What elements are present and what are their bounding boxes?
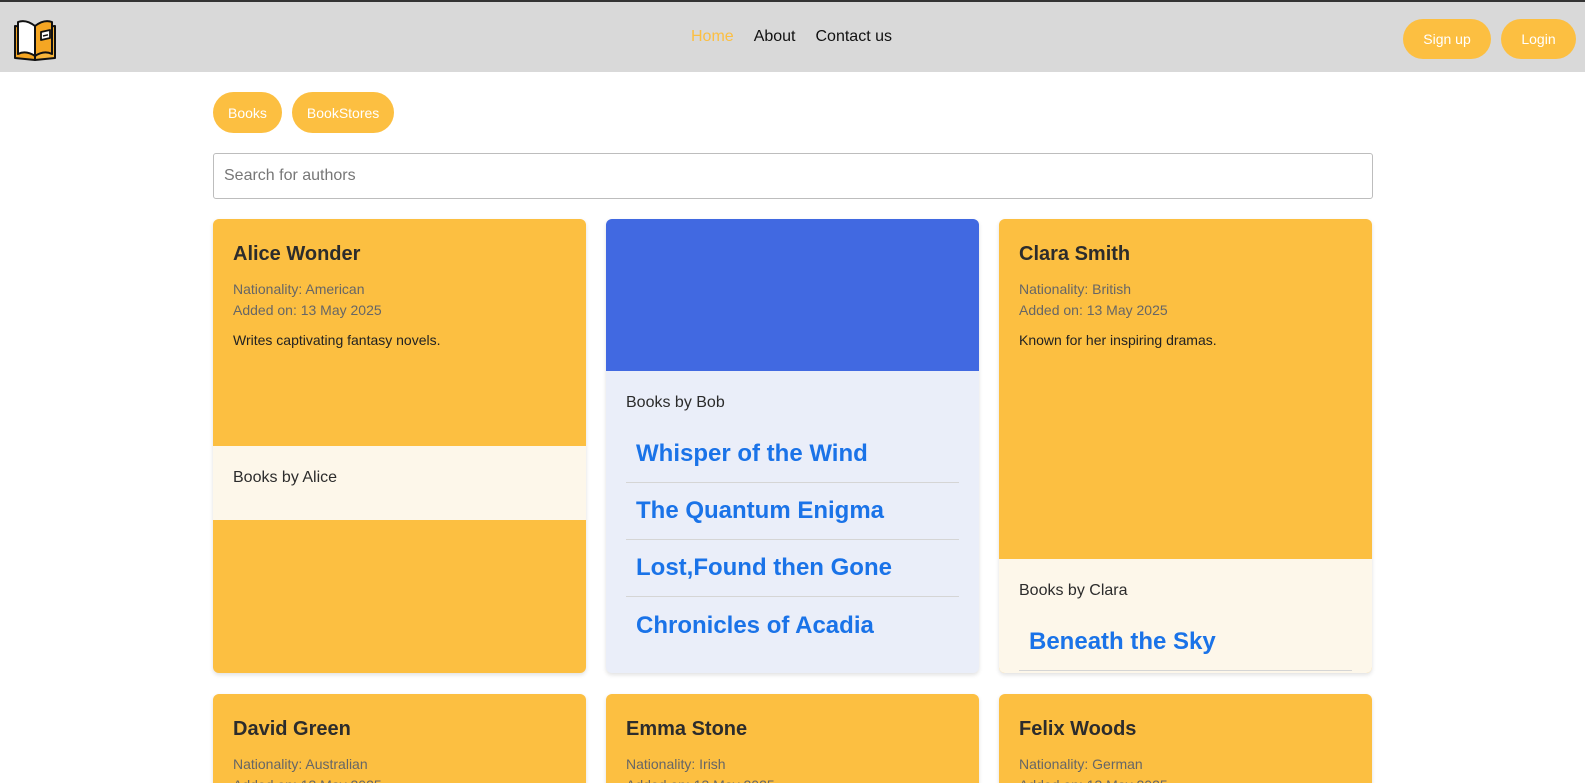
author-card-alice: Alice Wonder Nationality: American Added… (213, 219, 586, 673)
book-link[interactable]: Lost,Found then Gone (636, 554, 892, 582)
nav-home-link[interactable]: Home (691, 28, 734, 46)
author-search-input[interactable] (213, 153, 1373, 199)
list-item: Chronicles of Acadia (626, 597, 959, 654)
author-added-date: Added on: 13 May 2025 (233, 302, 382, 318)
author-card-felix: Felix Woods Nationality: German Added on… (999, 694, 1372, 783)
list-item: Lost,Found then Gone (626, 540, 959, 597)
author-card-david: David Green Nationality: Australian Adde… (213, 694, 586, 783)
tab-books[interactable]: Books (213, 92, 282, 133)
nav-about-link[interactable]: About (754, 28, 796, 46)
author-nationality: Nationality: Australian (233, 756, 368, 772)
author-nationality: Nationality: British (1019, 281, 1132, 297)
list-item: Whisper of the Wind (626, 426, 959, 483)
author-image-placeholder (606, 219, 979, 371)
author-description: Known for her inspiring dramas. (1019, 332, 1217, 348)
author-name: Clara Smith (1019, 243, 1131, 265)
main-nav: Home About Contact us (691, 28, 912, 46)
list-item: Beneath the Sky (1019, 614, 1352, 671)
books-panel: Books by Bob Whisper of the Wind The Qua… (606, 371, 979, 654)
books-heading: Books by Bob (626, 394, 725, 411)
author-nationality: Nationality: American (233, 281, 365, 297)
books-panel: Books by Clara Beneath the Sky (999, 559, 1372, 673)
book-link[interactable]: The Quantum Enigma (636, 497, 884, 525)
navbar: Home About Contact us Sign up Login (0, 2, 1585, 72)
login-button[interactable]: Login (1501, 19, 1576, 59)
book-list: Beneath the Sky (1019, 614, 1352, 671)
book-link[interactable]: Chronicles of Acadia (636, 612, 874, 640)
author-card-clara: Clara Smith Nationality: British Added o… (999, 219, 1372, 673)
books-panel: Books by Alice (213, 446, 586, 520)
book-link[interactable]: Beneath the Sky (1029, 628, 1216, 656)
author-description: Writes captivating fantasy novels. (233, 332, 441, 348)
category-tabs: Books BookStores (213, 92, 404, 133)
open-book-logo-icon[interactable] (11, 14, 59, 62)
author-added-date: Added on: 13 May 2025 (1019, 302, 1168, 318)
list-item: The Quantum Enigma (626, 483, 959, 540)
author-name: Emma Stone (626, 718, 748, 740)
author-added-date: Added on: 13 May 2025 (233, 775, 566, 783)
author-name: Alice Wonder (233, 243, 361, 265)
book-list: Whisper of the Wind The Quantum Enigma L… (626, 426, 959, 654)
author-added-date: Added on: 13 May 2025 (1019, 775, 1352, 783)
signup-button[interactable]: Sign up (1403, 19, 1491, 59)
author-name: David Green (233, 718, 351, 740)
books-heading: Books by Clara (1019, 582, 1128, 599)
author-nationality: Nationality: German (1019, 756, 1143, 772)
author-nationality: Nationality: Irish (626, 756, 726, 772)
author-added-date: Added on: 13 May 2025 (626, 775, 959, 783)
author-name: Felix Woods (1019, 718, 1137, 740)
author-card-bob: Books by Bob Whisper of the Wind The Qua… (606, 219, 979, 673)
author-card-emma: Emma Stone Nationality: Irish Added on: … (606, 694, 979, 783)
tab-bookstores[interactable]: BookStores (291, 92, 395, 133)
book-link[interactable]: Whisper of the Wind (636, 440, 868, 468)
books-heading: Books by Alice (233, 469, 338, 486)
nav-contact-link[interactable]: Contact us (816, 28, 892, 46)
